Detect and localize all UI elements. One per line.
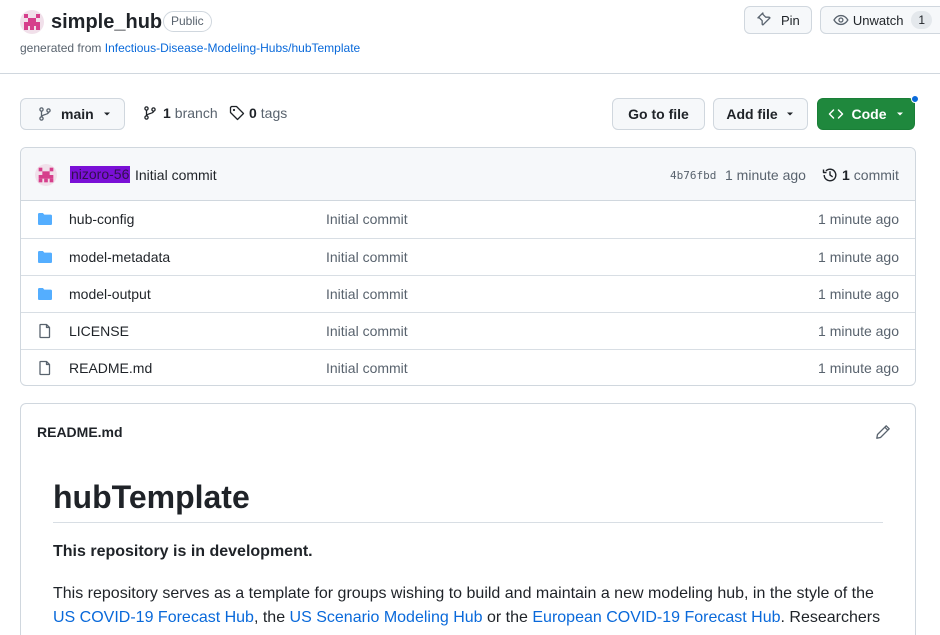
- identicon-icon: [20, 10, 44, 34]
- us-scenario-modeling-hub-link[interactable]: US Scenario Modeling Hub: [290, 609, 483, 626]
- file-row-license[interactable]: LICENSE Initial commit 1 minute ago: [21, 312, 915, 349]
- file-commit-time: 1 minute ago: [818, 360, 899, 376]
- file-row-model-output[interactable]: model-output Initial commit 1 minute ago: [21, 275, 915, 312]
- generated-from-label: generated from: [20, 41, 102, 55]
- file-commit-time: 1 minute ago: [818, 211, 899, 227]
- file-row-model-metadata[interactable]: model-metadata Initial commit 1 minute a…: [21, 238, 915, 275]
- file-commit-message[interactable]: Initial commit: [326, 323, 408, 339]
- code-label: Code: [851, 106, 887, 122]
- readme-panel: README.md hubTemplate This repository is…: [20, 403, 916, 635]
- pin-label: Pin: [781, 12, 800, 28]
- watcher-count: 1: [911, 11, 933, 29]
- pencil-icon: [876, 425, 890, 439]
- file-commit-time: 1 minute ago: [818, 323, 899, 339]
- file-name-link[interactable]: README.md: [69, 360, 152, 376]
- file-commit-time: 1 minute ago: [818, 286, 899, 302]
- unwatch-button[interactable]: Unwatch 1: [820, 6, 940, 34]
- commit-history-link[interactable]: 1 commit: [822, 167, 899, 183]
- header-divider: [0, 73, 940, 74]
- git-branch-icon: [39, 107, 51, 121]
- commit-sha-link[interactable]: 4b76fbd: [670, 169, 716, 182]
- file-name-link[interactable]: hub-config: [69, 211, 134, 227]
- folder-icon: [38, 251, 52, 263]
- tags-link[interactable]: 0 tags: [229, 105, 287, 121]
- branch-count: 1: [163, 105, 171, 121]
- file-name-link[interactable]: LICENSE: [69, 323, 129, 339]
- paragraph-text: or the: [487, 609, 528, 626]
- file-commit-message[interactable]: Initial commit: [326, 211, 408, 227]
- commit-message-link[interactable]: Initial commit: [135, 167, 217, 183]
- file-commit-message[interactable]: Initial commit: [326, 286, 408, 302]
- readme-status-text: This repository is in development.: [53, 543, 313, 560]
- chevron-down-icon: [896, 112, 903, 116]
- tag-icon: [229, 105, 245, 121]
- commit-author-avatar[interactable]: [35, 164, 57, 186]
- tag-count: 0: [249, 105, 257, 121]
- git-branch-icon: [144, 106, 156, 120]
- paragraph-text: This repository serves as a template for…: [53, 585, 874, 602]
- branches-link[interactable]: 1 branch: [142, 105, 218, 121]
- repo-owner-avatar[interactable]: [20, 10, 44, 34]
- file-commit-time: 1 minute ago: [818, 249, 899, 265]
- unwatch-label: Unwatch: [852, 12, 904, 28]
- file-commit-message[interactable]: Initial commit: [326, 360, 408, 376]
- chevron-down-icon: [103, 112, 110, 116]
- repo-name-link[interactable]: simple_hub: [51, 10, 162, 34]
- european-covid-forecast-hub-link[interactable]: European COVID-19 Forecast Hub: [532, 609, 780, 626]
- readme-filename[interactable]: README.md: [37, 424, 123, 440]
- history-icon: [822, 168, 837, 182]
- folder-icon: [38, 288, 52, 300]
- generated-from-text: generated from Infectious-Disease-Modeli…: [20, 40, 360, 56]
- code-icon: [828, 109, 843, 119]
- edit-readme-button[interactable]: [875, 424, 891, 440]
- branch-label: branch: [174, 105, 218, 121]
- file-row-readme[interactable]: README.md Initial commit 1 minute ago: [21, 349, 915, 385]
- file-row-hub-config[interactable]: hub-config Initial commit 1 minute ago: [21, 201, 915, 238]
- latest-commit-bar: nizoro-56 Initial commit 4b76fbd 1 minut…: [21, 148, 915, 201]
- notification-dot: [911, 95, 919, 103]
- file-icon: [39, 360, 51, 376]
- tag-label: tags: [260, 105, 288, 121]
- pin-button[interactable]: Pin: [744, 6, 812, 34]
- commit-label: commit: [853, 167, 899, 183]
- branch-selector[interactable]: main: [20, 98, 125, 130]
- paragraph-text: , the: [253, 609, 286, 626]
- code-button[interactable]: Code: [817, 98, 915, 130]
- eye-icon: [833, 14, 849, 26]
- commit-count: 1: [842, 167, 850, 183]
- readme-paragraph: This repository serves as a template for…: [53, 582, 893, 630]
- chevron-down-icon: [786, 112, 793, 116]
- add-file-button[interactable]: Add file: [713, 98, 808, 130]
- readme-heading: hubTemplate: [53, 479, 250, 515]
- us-covid-forecast-hub-link[interactable]: US COVID-19 Forecast Hub: [53, 609, 254, 626]
- pin-icon: [757, 12, 771, 26]
- heading-divider: [53, 522, 883, 523]
- file-commit-message[interactable]: Initial commit: [326, 249, 408, 265]
- file-name-link[interactable]: model-metadata: [69, 249, 170, 265]
- add-file-label: Add file: [726, 106, 778, 122]
- visibility-badge: Public: [163, 11, 212, 32]
- folder-icon: [38, 213, 52, 225]
- commit-time: 1 minute ago: [725, 167, 806, 183]
- go-to-file-button[interactable]: Go to file: [612, 98, 705, 130]
- paragraph-text: . Researchers: [780, 609, 881, 626]
- template-repo-link[interactable]: Infectious-Disease-Modeling-Hubs/hubTemp…: [105, 41, 360, 55]
- file-table: nizoro-56 Initial commit 4b76fbd 1 minut…: [20, 147, 916, 386]
- file-icon: [39, 323, 51, 339]
- file-name-link[interactable]: model-output: [69, 286, 151, 302]
- identicon-icon: [35, 164, 57, 186]
- branch-name: main: [61, 106, 94, 122]
- commit-author-link[interactable]: nizoro-56: [70, 166, 131, 183]
